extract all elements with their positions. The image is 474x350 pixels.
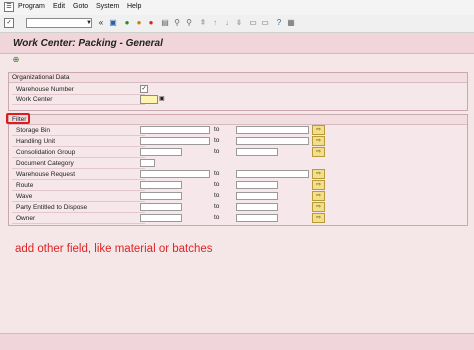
work-center-input[interactable] — [140, 95, 158, 104]
system-toolbar: ✓ ▼ « ▣ ● ● ● ▤ ⚲ ⚲ ⇞ ↑ ↓ ⇟ ▭ ▭ ? ▦ — [0, 15, 474, 33]
filter-row: Owner — [12, 214, 145, 224]
menu-edit[interactable]: Edit — [53, 3, 65, 10]
filter-row: Storage Bin — [12, 126, 145, 136]
filter-row: Consolidation Group — [12, 148, 145, 158]
filter-row: Handling Unit — [12, 137, 145, 147]
wave-to-input[interactable] — [236, 192, 278, 200]
filter-group: Filter Storage Bin to ⇨ Handling Unit to… — [8, 114, 468, 226]
next-page-icon[interactable]: ↓ — [222, 18, 232, 28]
find-next-icon[interactable]: ⚲ — [184, 18, 194, 28]
sap-menu-icon[interactable]: ☰ — [4, 2, 14, 12]
consolidation-group-to-input[interactable] — [236, 148, 278, 156]
document-category-label: Document Category — [16, 160, 74, 167]
filter-row: Wave — [12, 192, 145, 202]
party-entitled-to-input[interactable] — [236, 203, 278, 211]
handling-unit-to-input[interactable] — [236, 137, 309, 145]
first-page-icon[interactable]: ⇞ — [198, 18, 208, 28]
menu-program[interactable]: Program — [18, 3, 45, 10]
handling-unit-label: Handling Unit — [16, 138, 56, 145]
status-bar — [0, 333, 474, 350]
chevron-down-icon[interactable]: ▼ — [86, 18, 92, 28]
find-icon[interactable]: ⚲ — [172, 18, 182, 28]
warehouse-number-label: Warehouse Number — [16, 86, 74, 93]
help-icon[interactable]: ? — [274, 18, 284, 28]
customize-icon[interactable]: ▦ — [286, 18, 296, 28]
save-icon[interactable]: ▣ — [108, 18, 118, 28]
filter-row: Warehouse Request — [12, 170, 145, 180]
command-field[interactable] — [26, 18, 92, 28]
storage-bin-from-input[interactable] — [140, 126, 210, 134]
title-bar: Work Center: Packing - General — [0, 33, 474, 54]
to-label: to — [214, 192, 220, 199]
work-center-label: Work Center — [16, 96, 53, 103]
last-page-icon[interactable]: ⇟ — [234, 18, 244, 28]
exit-icon[interactable]: ● — [134, 18, 144, 28]
to-label: to — [214, 203, 220, 210]
application-toolbar: ⊕ — [0, 54, 474, 66]
storage-bin-to-input[interactable] — [236, 126, 309, 134]
document-category-input[interactable] — [140, 159, 155, 167]
checkmark-icon[interactable]: ✓ — [4, 18, 14, 28]
warehouse-number-row: Warehouse Number — [12, 85, 145, 95]
work-center-row: Work Center — [12, 95, 145, 105]
warehouse-request-from-input[interactable] — [140, 170, 210, 178]
to-label: to — [214, 214, 220, 221]
filter-row: Route — [12, 181, 145, 191]
value-help-icon[interactable]: ▣ — [159, 96, 166, 103]
execute-icon[interactable]: ⊕ — [11, 55, 21, 65]
multiple-selection-icon[interactable]: ⇨ — [312, 213, 325, 223]
to-label: to — [214, 126, 220, 133]
warehouse-request-label: Warehouse Request — [16, 171, 76, 178]
wave-from-input[interactable] — [140, 192, 182, 200]
storage-bin-label: Storage Bin — [16, 127, 50, 134]
to-label: to — [214, 137, 220, 144]
menu-bar: ☰ Program Edit Goto System Help — [0, 0, 474, 16]
prev-page-icon[interactable]: ↑ — [210, 18, 220, 28]
multiple-selection-icon[interactable]: ⇨ — [312, 202, 325, 212]
cancel-icon[interactable]: ● — [146, 18, 156, 28]
route-to-input[interactable] — [236, 181, 278, 189]
filter-row: Party Entitled to Dispose — [12, 203, 145, 213]
multiple-selection-icon[interactable]: ⇨ — [312, 125, 325, 135]
route-label: Route — [16, 182, 34, 189]
owner-to-input[interactable] — [236, 214, 278, 222]
menu-help[interactable]: Help — [127, 3, 141, 10]
to-label: to — [214, 148, 220, 155]
multiple-selection-icon[interactable]: ⇨ — [312, 191, 325, 201]
party-entitled-label: Party Entitled to Dispose — [16, 204, 88, 211]
to-label: to — [214, 170, 220, 177]
menu-goto[interactable]: Goto — [73, 3, 88, 10]
owner-label: Owner — [16, 215, 36, 222]
consolidation-group-from-input[interactable] — [140, 148, 182, 156]
warehouse-number-checkbox[interactable]: ✓ — [140, 85, 148, 93]
consolidation-group-label: Consolidation Group — [16, 149, 76, 156]
multiple-selection-icon[interactable]: ⇨ — [312, 147, 325, 157]
shortcut-icon[interactable]: ▭ — [260, 18, 270, 28]
menu-system[interactable]: System — [96, 3, 119, 10]
org-data-label: Organizational Data — [9, 73, 467, 83]
handling-unit-from-input[interactable] — [140, 137, 210, 145]
annotation-text: add other field, like material or batche… — [15, 243, 213, 255]
party-entitled-from-input[interactable] — [140, 203, 182, 211]
double-left-arrow-icon[interactable]: « — [96, 18, 106, 28]
wave-label: Wave — [16, 193, 33, 200]
highlight-box — [6, 113, 30, 124]
multiple-selection-icon[interactable]: ⇨ — [312, 180, 325, 190]
owner-from-input[interactable] — [140, 214, 182, 222]
print-icon[interactable]: ▤ — [160, 18, 170, 28]
back-icon[interactable]: ● — [122, 18, 132, 28]
warehouse-request-to-input[interactable] — [236, 170, 309, 178]
filter-label: Filter — [9, 115, 467, 125]
new-session-icon[interactable]: ▭ — [248, 18, 258, 28]
multiple-selection-icon[interactable]: ⇨ — [312, 169, 325, 179]
route-from-input[interactable] — [140, 181, 182, 189]
filter-row: Document Category — [12, 159, 145, 169]
multiple-selection-icon[interactable]: ⇨ — [312, 136, 325, 146]
page-title: Work Center: Packing - General — [13, 38, 163, 49]
to-label: to — [214, 181, 220, 188]
org-data-group: Organizational Data Warehouse Number ✓ W… — [8, 72, 468, 111]
